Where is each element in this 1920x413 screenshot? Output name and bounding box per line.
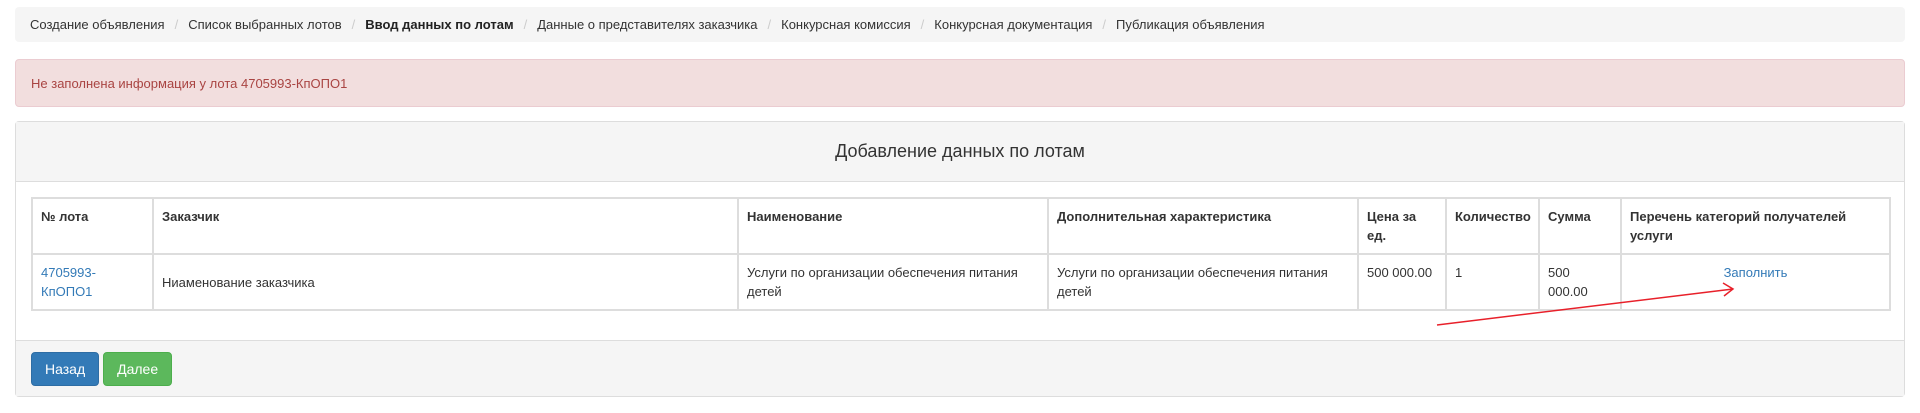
cell-lot: 4705993-КпОПО1 (31, 253, 154, 311)
panel-footer: Назад Далее (16, 340, 1904, 396)
breadcrumb-separator: / (1102, 17, 1107, 32)
lot-number-link[interactable]: 4705993-КпОПО1 (41, 265, 96, 299)
breadcrumb-item-lot-data: Ввод данных по лотам (365, 17, 514, 32)
breadcrumb-separator: / (920, 17, 925, 32)
fill-link[interactable]: Заполнить (1724, 265, 1788, 280)
cell-price: 500 000.00 (1357, 253, 1447, 311)
cell-customer: Ниаменование заказчика (152, 253, 739, 311)
column-header-price: Цена за ед. (1357, 197, 1447, 255)
cell-sum: 500 000.00 (1538, 253, 1622, 311)
back-button[interactable]: Назад (31, 351, 100, 386)
error-alert: Не заполнена информация у лота 4705993-К… (15, 59, 1905, 107)
column-header-extra: Дополнительная характеристика (1047, 197, 1359, 255)
panel-heading: Добавление данных по лотам (16, 122, 1904, 182)
breadcrumb: Создание объявления / Список выбранных л… (15, 7, 1905, 42)
column-header-lot: № лота (31, 197, 154, 255)
breadcrumb-item-customer-reps[interactable]: Данные о представителях заказчика (537, 17, 757, 32)
breadcrumb-item-selected-lots[interactable]: Список выбранных лотов (188, 17, 341, 32)
cell-extra: Услуги по организации обеспечения питани… (1047, 253, 1359, 311)
breadcrumb-separator: / (767, 17, 772, 32)
cell-categories: Заполнить (1620, 253, 1891, 311)
lot-data-panel: Добавление данных по лотам № лота Заказч… (15, 121, 1905, 397)
column-header-qty: Количество (1445, 197, 1540, 255)
panel-body: № лота Заказчик Наименование Дополнитель… (16, 182, 1904, 341)
breadcrumb-item-commission[interactable]: Конкурсная комиссия (781, 17, 911, 32)
breadcrumb-item-documentation[interactable]: Конкурсная документация (934, 17, 1092, 32)
cell-name: Услуги по организации обеспечения питани… (737, 253, 1049, 311)
next-button[interactable]: Далее (103, 351, 173, 386)
cell-qty: 1 (1445, 253, 1540, 311)
breadcrumb-separator: / (174, 17, 179, 32)
column-header-name: Наименование (737, 197, 1049, 255)
lots-table: № лота Заказчик Наименование Дополнитель… (31, 197, 1891, 311)
column-header-categories: Перечень категорий получателей услуги (1620, 197, 1891, 255)
breadcrumb-separator: / (523, 17, 528, 32)
breadcrumb-item-publication[interactable]: Публикация объявления (1116, 17, 1265, 32)
column-header-sum: Сумма (1538, 197, 1622, 255)
table-row: 4705993-КпОПО1 Ниаменование заказчика Ус… (31, 253, 1891, 311)
panel-title: Добавление данных по лотам (835, 141, 1085, 161)
error-alert-text: Не заполнена информация у лота 4705993-К… (31, 75, 348, 91)
table-header-row: № лота Заказчик Наименование Дополнитель… (31, 197, 1891, 255)
breadcrumb-separator: / (351, 17, 356, 32)
breadcrumb-item-create-ad[interactable]: Создание объявления (30, 17, 165, 32)
column-header-customer: Заказчик (152, 197, 739, 255)
